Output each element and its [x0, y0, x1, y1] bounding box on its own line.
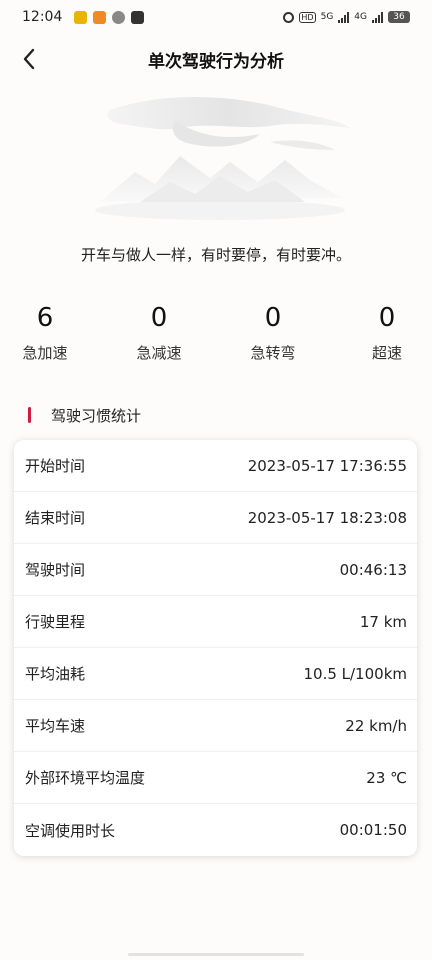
- flower-app-icon: [112, 10, 126, 24]
- detail-value: 00:46:13: [339, 560, 407, 579]
- detail-value: 2023-05-17 18:23:08: [247, 508, 407, 527]
- stat-label: 急转弯: [250, 344, 296, 362]
- detail-row-fuel-consumption: 平均油耗 10.5 L/100km: [14, 648, 417, 700]
- stat-sharp-turn: 0 急转弯: [233, 300, 313, 363]
- detail-value: 17 km: [359, 612, 407, 631]
- stat-value: 6: [36, 303, 54, 333]
- status-time: 12:04: [22, 9, 63, 25]
- shopping-app-icon: [93, 10, 107, 24]
- detail-row-end-time: 结束时间 2023-05-17 18:23:08: [14, 492, 417, 544]
- detail-label: 结束时间: [25, 509, 86, 527]
- detail-label: 行驶里程: [25, 613, 86, 631]
- stat-speeding: 0 超速: [347, 300, 427, 363]
- detail-value: 10.5 L/100km: [303, 664, 407, 683]
- stat-value: 0: [150, 303, 168, 333]
- hd-badge: HD: [299, 11, 316, 23]
- section-title: 驾驶习惯统计: [51, 406, 142, 425]
- detail-value: 22 km/h: [345, 716, 407, 735]
- detail-row-average-speed: 平均车速 22 km/h: [14, 700, 417, 752]
- signal-5g-icon: [338, 11, 350, 23]
- detail-label: 驾驶时间: [25, 561, 86, 579]
- detail-label: 开始时间: [25, 457, 86, 475]
- detail-row-ac-duration: 空调使用时长 00:01:50: [14, 804, 417, 856]
- stat-label: 急减速: [136, 344, 182, 362]
- section-header: 驾驶习惯统计: [28, 403, 141, 427]
- stat-value: 0: [378, 303, 396, 333]
- driving-stats: 6 急加速 0 急减速 0 急转弯 0 超速: [0, 300, 432, 380]
- detail-value: 23 ℃: [366, 768, 407, 787]
- detail-label: 平均油耗: [25, 665, 86, 683]
- status-bar: 12:04 HD 5G 4G 36: [0, 0, 432, 34]
- stat-hard-acceleration: 6 急加速: [5, 300, 85, 363]
- 4g-label: 4G: [354, 12, 367, 22]
- news-app-icon: [74, 10, 88, 24]
- detail-label: 空调使用时长: [25, 821, 116, 840]
- battery-icon: 36: [388, 11, 410, 23]
- status-left: 12:04: [22, 9, 145, 25]
- driving-details-card: 开始时间 2023-05-17 17:36:55 结束时间 2023-05-17…: [14, 440, 417, 856]
- page-title: 单次驾驶行为分析: [148, 52, 284, 72]
- detail-row-driving-duration: 驾驶时间 00:46:13: [14, 544, 417, 596]
- detail-row-start-time: 开始时间 2023-05-17 17:36:55: [14, 440, 417, 492]
- stat-value: 0: [264, 303, 282, 333]
- detail-label: 外部环境平均温度: [25, 769, 146, 787]
- status-right: HD 5G 4G 36: [283, 11, 410, 23]
- detail-row-distance: 行驶里程 17 km: [14, 596, 417, 648]
- section-accent-bar: [28, 407, 31, 423]
- stat-label: 急加速: [22, 344, 68, 362]
- detail-value: 2023-05-17 17:36:55: [247, 456, 407, 475]
- app-header: 单次驾驶行为分析: [0, 38, 432, 80]
- detail-label: 平均车速: [25, 717, 86, 735]
- play-app-icon: [131, 10, 145, 24]
- landscape-illustration: [95, 97, 350, 220]
- alarm-icon: [283, 11, 295, 23]
- stat-hard-braking: 0 急减速: [119, 300, 199, 363]
- stat-label: 超速: [371, 344, 402, 362]
- home-indicator[interactable]: [128, 953, 304, 956]
- 5g-label: 5G: [320, 12, 334, 22]
- motto-text: 开车与做人一样，有时要停，有时要冲。: [80, 246, 351, 264]
- signal-4g-icon: [372, 11, 383, 23]
- detail-value: 00:01:50: [339, 821, 407, 839]
- detail-row-outside-temperature: 外部环境平均温度 23 ℃: [14, 752, 417, 804]
